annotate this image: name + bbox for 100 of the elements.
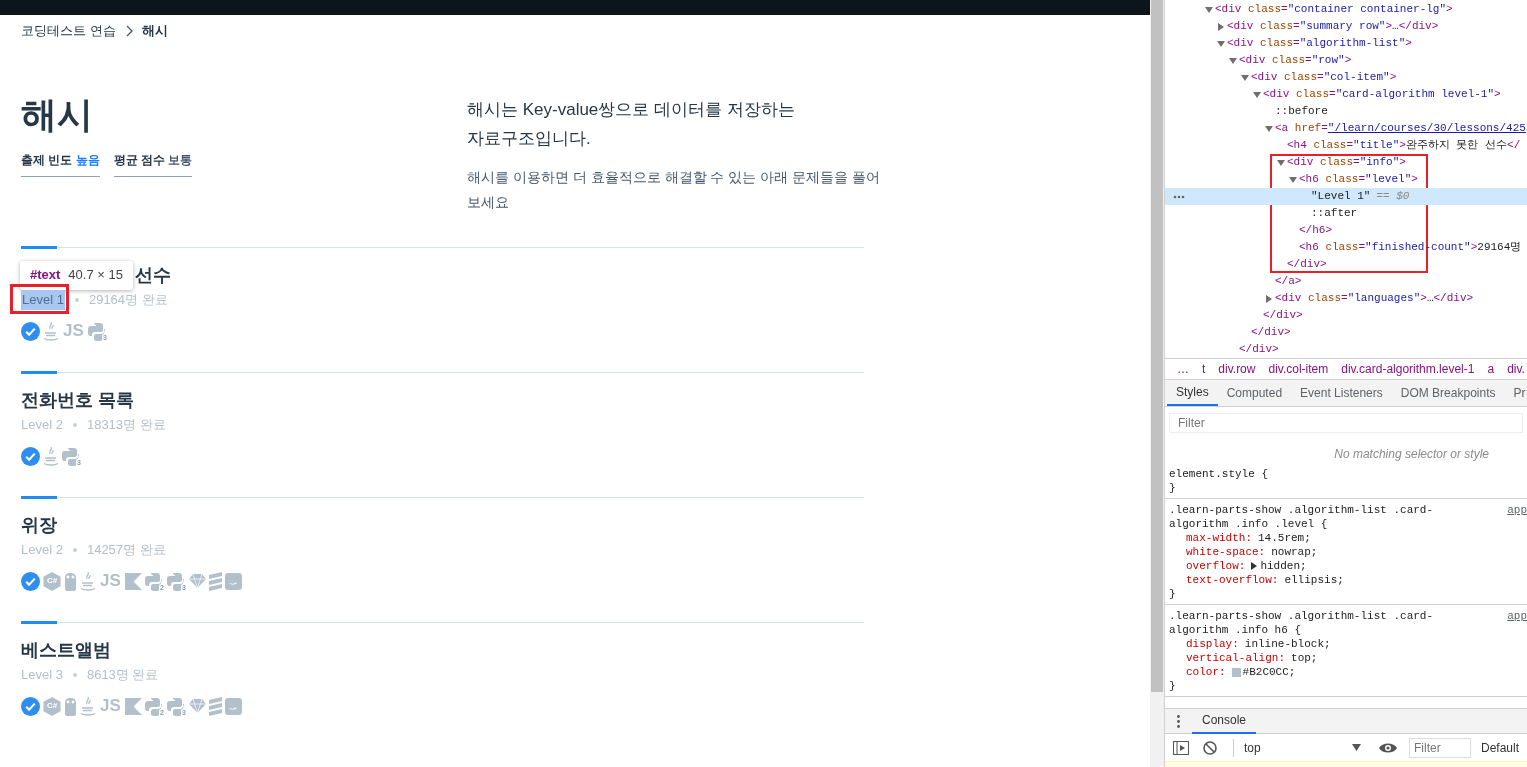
check-circle-icon[interactable] <box>21 696 40 716</box>
dom-node-text[interactable]: <div class="algorithm-list"> <box>1227 35 1412 52</box>
panel-tab[interactable]: Pr <box>1504 380 1527 406</box>
console-filter-field[interactable]: Filter <box>1408 737 1471 758</box>
panel-tab[interactable]: Computed <box>1217 380 1292 406</box>
expanded-arrow-icon[interactable] <box>1265 124 1273 133</box>
card-accent <box>21 621 57 624</box>
drawer-tab[interactable]: Console <box>1192 708 1257 734</box>
breadcrumb-path-item[interactable]: div.col-item <box>1268 360 1329 378</box>
coffee-cup-icon[interactable] <box>43 321 59 341</box>
problem-title[interactable]: 선수 <box>134 261 171 289</box>
dom-node-text[interactable]: <div class="col-item"> <box>1251 69 1397 86</box>
expanded-arrow-icon[interactable] <box>1277 158 1285 167</box>
finished-count: 18313명 완료 <box>86 416 166 435</box>
css-property: display: <box>1186 637 1239 651</box>
source-link[interactable]: app <box>1507 609 1527 623</box>
dom-node-text[interactable]: <div class="info"> <box>1287 154 1406 171</box>
context-select[interactable]: top <box>1233 738 1361 757</box>
check-circle-icon[interactable] <box>21 571 40 591</box>
breadcrumb-path-item[interactable]: div. <box>1507 360 1525 378</box>
gem-icon[interactable] <box>188 698 206 714</box>
collapsed-arrow-icon[interactable] <box>1217 22 1225 31</box>
breadcrumb-path-item[interactable]: a <box>1487 360 1495 378</box>
gem-icon[interactable] <box>188 573 206 589</box>
collapsed-arrow-icon[interactable] <box>1265 294 1273 303</box>
dom-node-text[interactable]: <h6 class="level"> <box>1299 171 1418 188</box>
dom-node-text[interactable]: <div class="card-algorithm level-1"> <box>1263 86 1501 103</box>
bird-tile-icon[interactable] <box>224 572 242 590</box>
expanded-arrow-icon[interactable] <box>1205 5 1213 14</box>
dom-node-text[interactable]: </h6> <box>1299 222 1332 239</box>
css-value: #B2C0CC; <box>1242 665 1296 679</box>
dom-node-text[interactable]: <div class="container container-lg"> <box>1215 1 1453 18</box>
lead-text: 해시는 Key-value쌍으로 데이터를 저장하는 자료구조입니다. <box>467 99 796 150</box>
breadcrumb-path-item[interactable]: div.card-algorithm.level-1 <box>1341 360 1475 378</box>
scrollbar[interactable] <box>1150 0 1164 767</box>
node-size: 40.7 × 15 <box>68 266 123 285</box>
stacked-bars-icon[interactable] <box>208 696 222 716</box>
dom-node-text[interactable]: </div> <box>1239 341 1279 358</box>
expanded-arrow-icon[interactable] <box>1289 175 1297 184</box>
dom-node-text[interactable]: </div> <box>1287 256 1327 273</box>
dom-node-text[interactable]: </div> <box>1263 307 1303 324</box>
dom-node-text[interactable]: </a> <box>1275 273 1302 290</box>
problem-title[interactable]: 위장 <box>21 511 57 539</box>
filter-field[interactable]: Filter <box>1169 413 1523 433</box>
css-property: text-overflow: <box>1186 573 1279 587</box>
check-circle-icon[interactable] <box>21 321 40 341</box>
expanded-arrow-icon[interactable] <box>1217 39 1225 48</box>
dom-node-text[interactable]: ::before <box>1275 103 1328 120</box>
sidebar-toggle-icon[interactable] <box>1173 740 1189 755</box>
wedge-icon[interactable] <box>124 572 142 590</box>
caret-icon <box>1351 744 1361 751</box>
breadcrumb-path-item[interactable]: t <box>1202 360 1206 378</box>
mascot-icon[interactable] <box>64 696 77 716</box>
dom-node-text[interactable]: <div class="languages">…</div> <box>1275 290 1474 307</box>
level-text: Level 2 <box>21 416 63 435</box>
css-value: hidden; <box>1260 559 1307 573</box>
stat-tag: 평균 점수 보통 <box>113 151 193 177</box>
coffee-cup-icon[interactable] <box>80 696 96 716</box>
breadcrumb-path-item[interactable]: … <box>1177 360 1189 378</box>
breadcrumb-link[interactable]: 코딩테스트 연습 <box>21 21 116 41</box>
coffee-cup-icon[interactable] <box>80 571 96 591</box>
check-circle-icon[interactable] <box>21 446 40 466</box>
panel-tab[interactable]: Event Listeners <box>1291 380 1392 406</box>
breadcrumb-path-item[interactable]: div.row <box>1218 360 1256 378</box>
panel-tab[interactable]: DOM Breakpoints <box>1391 380 1505 406</box>
level-text: Level 3 <box>21 666 63 685</box>
stacked-bars-icon[interactable] <box>208 571 222 591</box>
color-swatch[interactable] <box>1231 667 1241 677</box>
dom-node-text[interactable]: <a href="/learn/courses/30/lessons/425 <box>1275 120 1526 137</box>
node-name: #text <box>30 266 61 285</box>
css-value: ellipsis; <box>1284 573 1344 587</box>
dom-node-text[interactable]: <div class="row"> <box>1239 52 1352 69</box>
expanded-arrow-icon[interactable] <box>1253 90 1261 99</box>
css-property: white-space: <box>1186 545 1266 559</box>
eye-icon[interactable] <box>1378 741 1397 754</box>
css-value: inline-block; <box>1244 637 1331 651</box>
dom-node-text[interactable]: "Level 1" <box>1311 188 1371 205</box>
css-selector: .learn-parts-show .algorithm-list .card-algorithm .info .level { <box>1169 503 1435 531</box>
mascot-icon[interactable] <box>64 571 77 591</box>
inspect-highlight-box <box>10 284 69 314</box>
expanded-arrow-icon[interactable] <box>1229 56 1237 65</box>
clear-console-icon[interactable] <box>1203 740 1217 755</box>
empty-styles-note: No matching selector or style <box>1333 446 1490 463</box>
wedge-icon[interactable] <box>124 697 142 715</box>
problem-title[interactable]: 전화번호 목록 <box>21 386 134 414</box>
dom-node-text[interactable]: <div class="summary row">…</div> <box>1227 18 1439 35</box>
expand-arrow-icon[interactable] <box>1251 562 1258 570</box>
dom-node-text[interactable]: <h4 class="title">완주하지 못한 선수</ <box>1287 137 1521 154</box>
expanded-arrow-icon[interactable] <box>1241 73 1249 82</box>
css-value: nowrap; <box>1271 545 1318 559</box>
log-levels-select[interactable]: Default <box>1480 738 1519 757</box>
problem-title[interactable]: 베스트앨범 <box>21 636 111 664</box>
more-dots-icon[interactable] <box>1173 194 1185 199</box>
card-accent <box>21 496 57 499</box>
dom-node-text[interactable]: </div> <box>1251 324 1291 341</box>
bird-tile-icon[interactable] <box>224 697 242 715</box>
coffee-cup-icon[interactable] <box>43 446 59 466</box>
scrollbar-thumb[interactable] <box>1151 0 1163 692</box>
dom-node-text[interactable]: ::after <box>1311 205 1358 222</box>
source-link[interactable]: app <box>1507 503 1527 517</box>
